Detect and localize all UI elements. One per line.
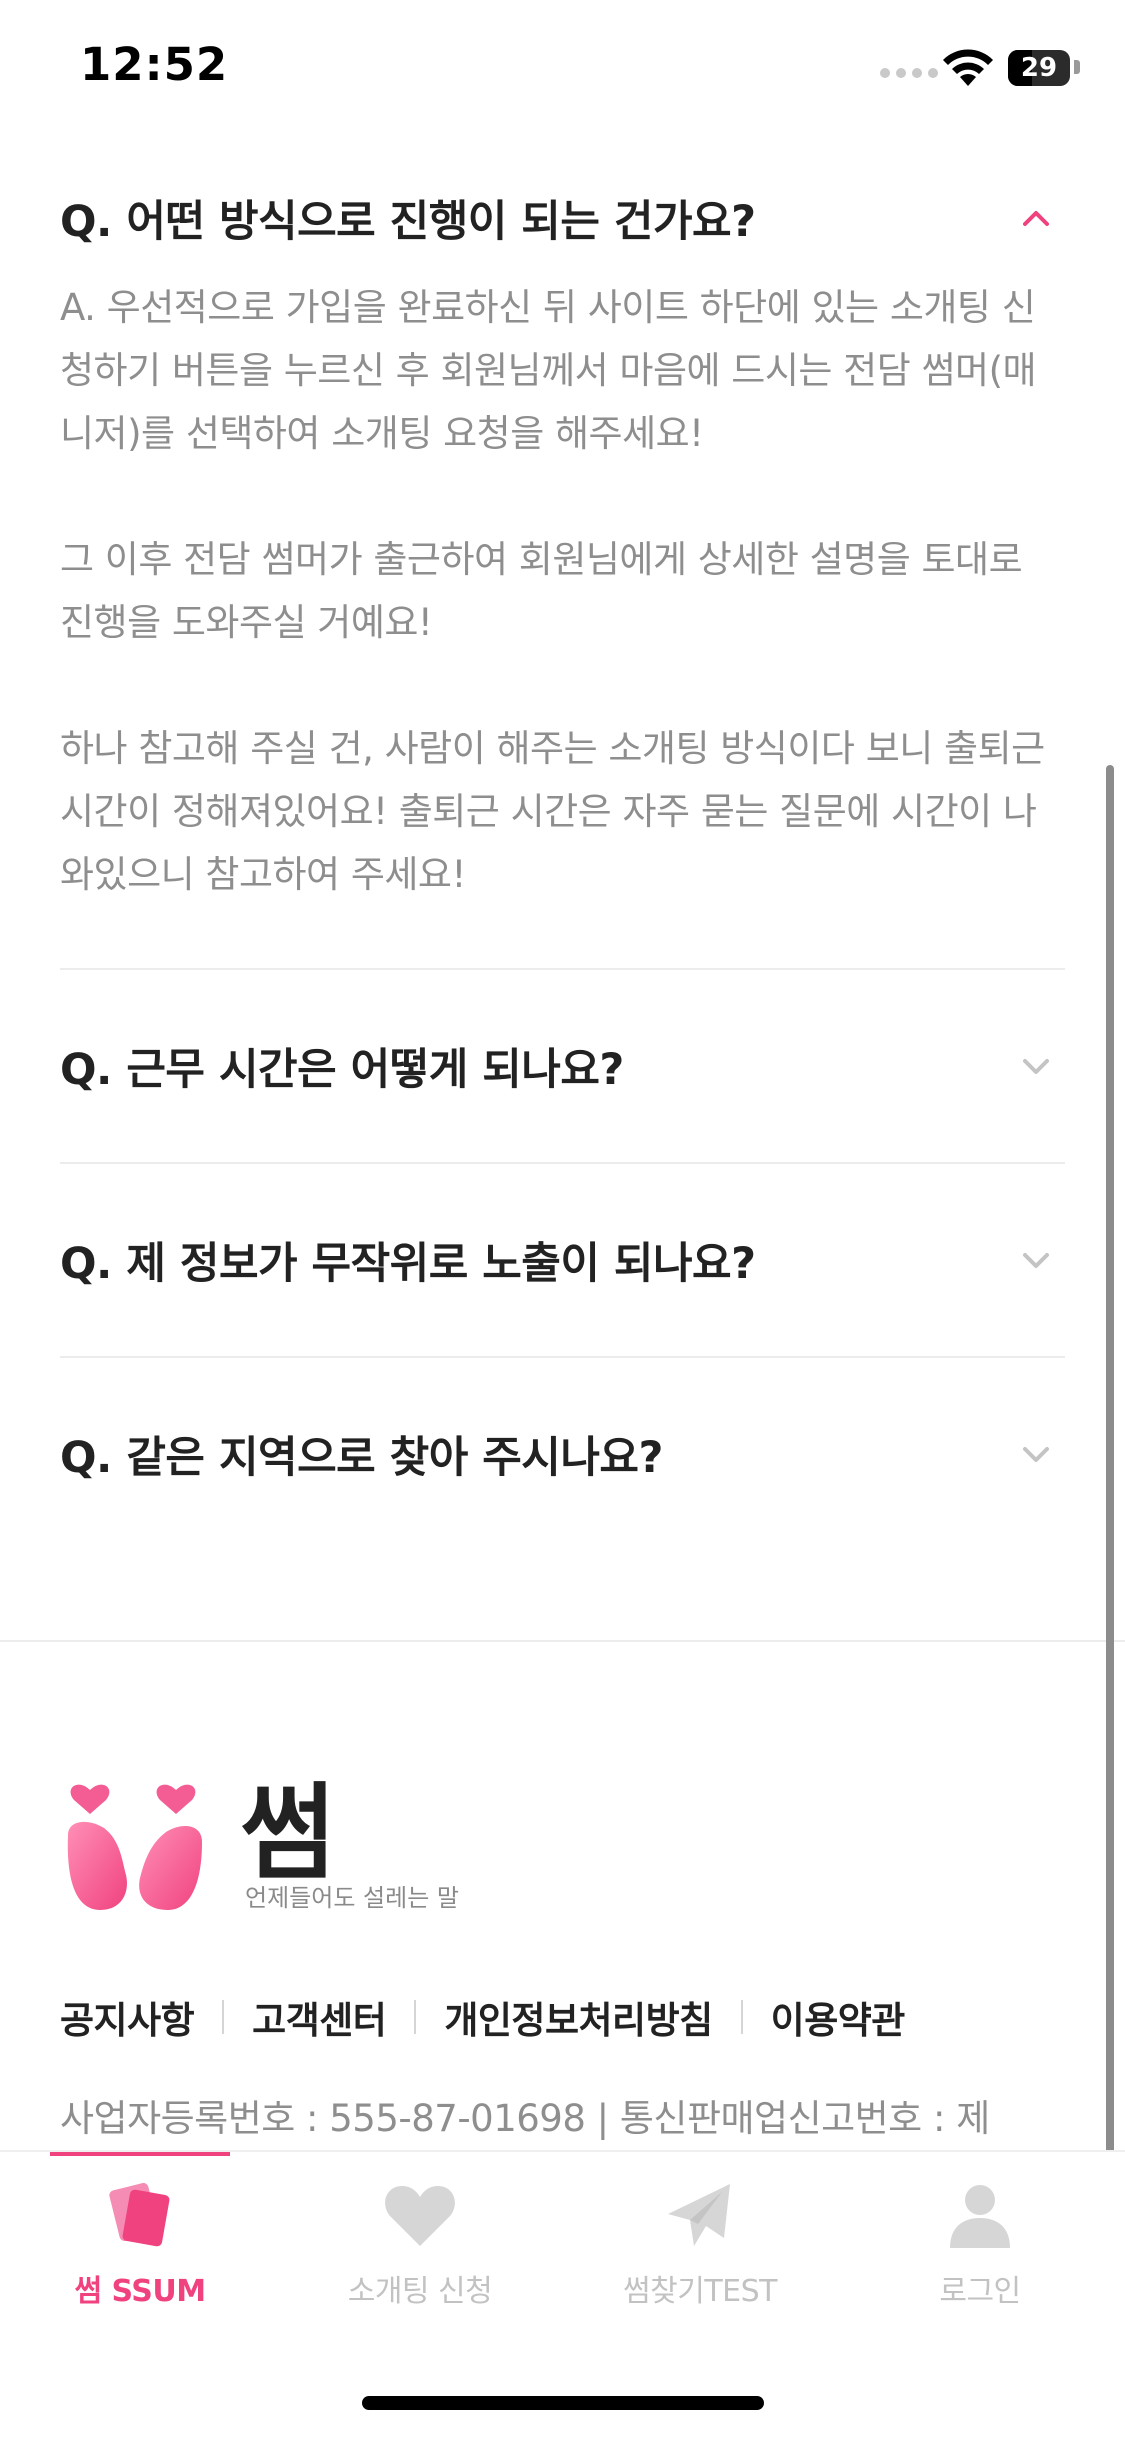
faq-answer-paragraph: 그 이후 전담 썸머가 출근하여 회원님에게 상세한 설명을 토대로 진행을 도… bbox=[60, 538, 1023, 644]
footer-separator bbox=[222, 2000, 225, 2034]
home-indicator[interactable] bbox=[362, 2396, 764, 2410]
footer-link-support[interactable]: 고객센터 bbox=[252, 1990, 387, 2044]
chevron-down-icon[interactable] bbox=[1017, 1241, 1055, 1279]
faq-question: Q. 제 정보가 무작위로 노출이 되나요? bbox=[60, 1239, 756, 1289]
faq-question-row[interactable]: Q. 같은 지역으로 찾아 주시나요? bbox=[60, 1358, 1065, 1550]
tab-login[interactable]: 로그인 bbox=[860, 2180, 1100, 2310]
scrollbar[interactable] bbox=[1106, 765, 1114, 2195]
faq-item: Q. 근무 시간은 어떻게 되나요? bbox=[60, 970, 1065, 1164]
footer-separator bbox=[740, 2000, 743, 2034]
heart-icon bbox=[385, 2186, 455, 2246]
faq-answer-paragraph: 하나 참고해 주실 건, 사람이 해주는 소개팅 방식이다 보니 출퇴근 시간이… bbox=[60, 727, 1045, 896]
chevron-down-icon[interactable] bbox=[1017, 1047, 1055, 1085]
paper-plane-icon bbox=[668, 2184, 730, 2246]
footer-link-notice[interactable]: 공지사항 bbox=[60, 1990, 195, 2044]
footer-brand: 썸 언제들어도 설레는 말 bbox=[60, 1760, 660, 1920]
tab-label: 로그인 bbox=[939, 2274, 1021, 2309]
cellular-signal-icon bbox=[880, 68, 938, 78]
brand-name: 썸 bbox=[240, 1772, 336, 1894]
tab-label: 썸 SSUM bbox=[74, 2274, 206, 2309]
battery-icon: 29 bbox=[1008, 50, 1070, 86]
section-divider bbox=[0, 1640, 1125, 1642]
faq-item: Q. 제 정보가 무작위로 노출이 되나요? bbox=[60, 1164, 1065, 1358]
battery-level-text: 29 bbox=[1020, 53, 1058, 83]
tab-label: 썸찾기TEST bbox=[623, 2274, 777, 2309]
faq-question-row[interactable]: Q. 근무 시간은 어떻게 되나요? bbox=[60, 970, 1065, 1162]
footer-links: 공지사항 고객센터 개인정보처리방침 이용약관 bbox=[60, 1990, 905, 2044]
faq-question: Q. 근무 시간은 어떻게 되나요? bbox=[60, 1045, 624, 1095]
ssum-logo-icon bbox=[67, 1784, 202, 1910]
cards-icon bbox=[109, 2182, 170, 2247]
tab-blind-date-request[interactable]: 소개팅 신청 bbox=[300, 2180, 540, 2310]
battery-tip bbox=[1074, 60, 1080, 74]
tab-label: 소개팅 신청 bbox=[347, 2274, 493, 2309]
brand-slogan: 언제들어도 설레는 말 bbox=[245, 1884, 459, 1912]
footer-separator bbox=[414, 2000, 417, 2034]
faq-question-row[interactable]: Q. 제 정보가 무작위로 노출이 되나요? bbox=[60, 1164, 1065, 1356]
faq-answer-paragraph: A. 우선적으로 가입을 완료하신 뒤 사이트 하단에 있는 소개팅 신청하기 … bbox=[60, 286, 1037, 455]
footer-link-terms[interactable]: 이용약관 bbox=[771, 1990, 906, 2044]
faq-item: Q. 같은 지역으로 찾아 주시나요? bbox=[60, 1358, 1065, 1550]
faq-question: Q. 어떤 방식으로 진행이 되는 건가요? bbox=[60, 197, 756, 247]
person-icon bbox=[950, 2185, 1010, 2248]
bottom-tab-bar: 썸 SSUM 소개팅 신청 썸찾기TEST 로그인 bbox=[0, 2150, 1125, 2438]
status-time: 12:52 bbox=[80, 38, 229, 91]
faq-question: Q. 같은 지역으로 찾아 주시나요? bbox=[60, 1433, 663, 1483]
tab-ssum-test[interactable]: 썸찾기TEST bbox=[580, 2180, 820, 2310]
active-tab-indicator bbox=[50, 2152, 230, 2156]
faq-question-row[interactable]: Q. 어떤 방식으로 진행이 되는 건가요? bbox=[60, 160, 1065, 276]
faq-item: Q. 어떤 방식으로 진행이 되는 건가요? A. 우선적으로 가입을 완료하신… bbox=[60, 160, 1065, 970]
tab-ssum[interactable]: 썸 SSUM bbox=[20, 2180, 260, 2310]
faq-list: Q. 어떤 방식으로 진행이 되는 건가요? A. 우선적으로 가입을 완료하신… bbox=[60, 160, 1065, 1550]
wifi-icon bbox=[943, 49, 993, 86]
chevron-down-icon[interactable] bbox=[1017, 1435, 1055, 1473]
chevron-up-icon[interactable] bbox=[1017, 199, 1055, 237]
footer-link-privacy[interactable]: 개인정보처리방침 bbox=[444, 1990, 713, 2044]
business-info: 사업자등록번호 : 555-87-01698 | 통신판매업신고번호 : 제 bbox=[60, 2097, 990, 2140]
faq-answer: A. 우선적으로 가입을 완료하신 뒤 사이트 하단에 있는 소개팅 신청하기 … bbox=[60, 276, 1065, 906]
status-bar: 12:52 29 bbox=[0, 0, 1125, 140]
